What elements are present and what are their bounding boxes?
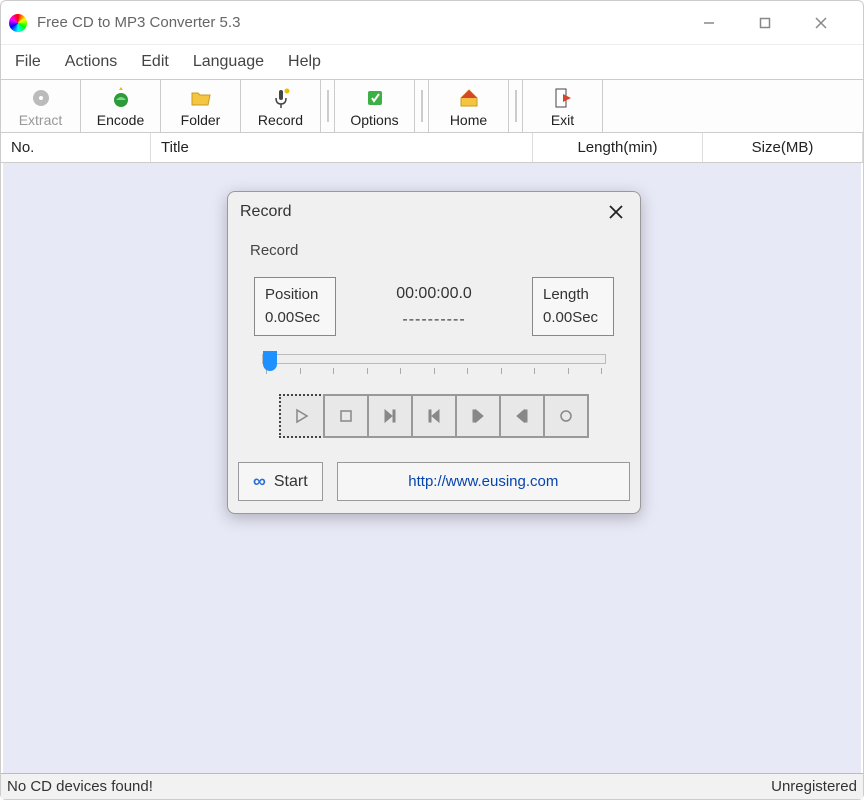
- status-message: No CD devices found!: [7, 778, 771, 795]
- close-button[interactable]: [807, 9, 835, 37]
- toolbar-encode[interactable]: Encode: [81, 80, 161, 132]
- toolbar-separator: [415, 80, 429, 132]
- minimize-button[interactable]: [695, 9, 723, 37]
- options-icon: [363, 86, 387, 110]
- column-no[interactable]: No.: [1, 133, 151, 162]
- folder-icon: [189, 86, 213, 110]
- dialog-title: Record: [240, 203, 604, 221]
- window-title: Free CD to MP3 Converter 5.3: [37, 14, 695, 31]
- extract-icon: [29, 86, 53, 110]
- exit-icon: [551, 86, 575, 110]
- stop-button[interactable]: [323, 394, 369, 438]
- position-slider[interactable]: [262, 354, 606, 364]
- slider-ticks: [262, 368, 606, 374]
- time-readout: 00:00:00.0: [396, 285, 472, 303]
- step-forward-button[interactable]: [455, 394, 501, 438]
- toolbar-separator: [509, 80, 523, 132]
- registration-status: Unregistered: [771, 778, 857, 795]
- menu-actions[interactable]: Actions: [65, 53, 117, 71]
- skip-start-button[interactable]: [411, 394, 457, 438]
- start-button[interactable]: ∞ Start: [238, 462, 323, 501]
- position-box: Position 0.00Sec: [254, 277, 336, 336]
- position-label: Position: [265, 284, 325, 307]
- column-length[interactable]: Length(min): [533, 133, 703, 162]
- website-link[interactable]: http://www.eusing.com: [408, 473, 558, 490]
- app-icon: [9, 14, 27, 32]
- toolbar-exit[interactable]: Exit: [523, 80, 603, 132]
- level-indicator: ----------: [402, 311, 465, 329]
- globe-icon: [109, 86, 133, 110]
- toolbar-separator: [321, 80, 335, 132]
- dialog-close-button[interactable]: [604, 200, 628, 224]
- length-box: Length 0.00Sec: [532, 277, 614, 336]
- menu-language[interactable]: Language: [193, 53, 264, 71]
- length-label: Length: [543, 284, 603, 307]
- toolbar-record[interactable]: Record: [241, 80, 321, 132]
- toolbar-extract[interactable]: Extract: [1, 80, 81, 132]
- position-value: 0.00Sec: [265, 307, 325, 330]
- slider-thumb[interactable]: [263, 351, 277, 371]
- record-group-label: Record: [250, 242, 624, 259]
- toolbar-folder[interactable]: Folder: [161, 80, 241, 132]
- length-value: 0.00Sec: [543, 307, 603, 330]
- menu-help[interactable]: Help: [288, 53, 321, 71]
- toolbar-home[interactable]: Home: [429, 80, 509, 132]
- maximize-button[interactable]: [751, 9, 779, 37]
- record-dialog: Record Record Position 0.00Sec 00:00:00.…: [227, 191, 641, 514]
- microphone-icon: [269, 86, 293, 110]
- menu-edit[interactable]: Edit: [141, 53, 169, 71]
- menu-file[interactable]: File: [15, 53, 41, 71]
- home-icon: [457, 86, 481, 110]
- record-button[interactable]: [543, 394, 589, 438]
- step-back-button[interactable]: [499, 394, 545, 438]
- column-title[interactable]: Title: [151, 133, 533, 162]
- website-link-box: http://www.eusing.com: [337, 462, 630, 501]
- skip-end-button[interactable]: [367, 394, 413, 438]
- toolbar-options[interactable]: Options: [335, 80, 415, 132]
- table-header: No. Title Length(min) Size(MB): [1, 133, 863, 163]
- link-icon: ∞: [253, 471, 266, 492]
- play-button[interactable]: [279, 394, 325, 438]
- column-size[interactable]: Size(MB): [703, 133, 863, 162]
